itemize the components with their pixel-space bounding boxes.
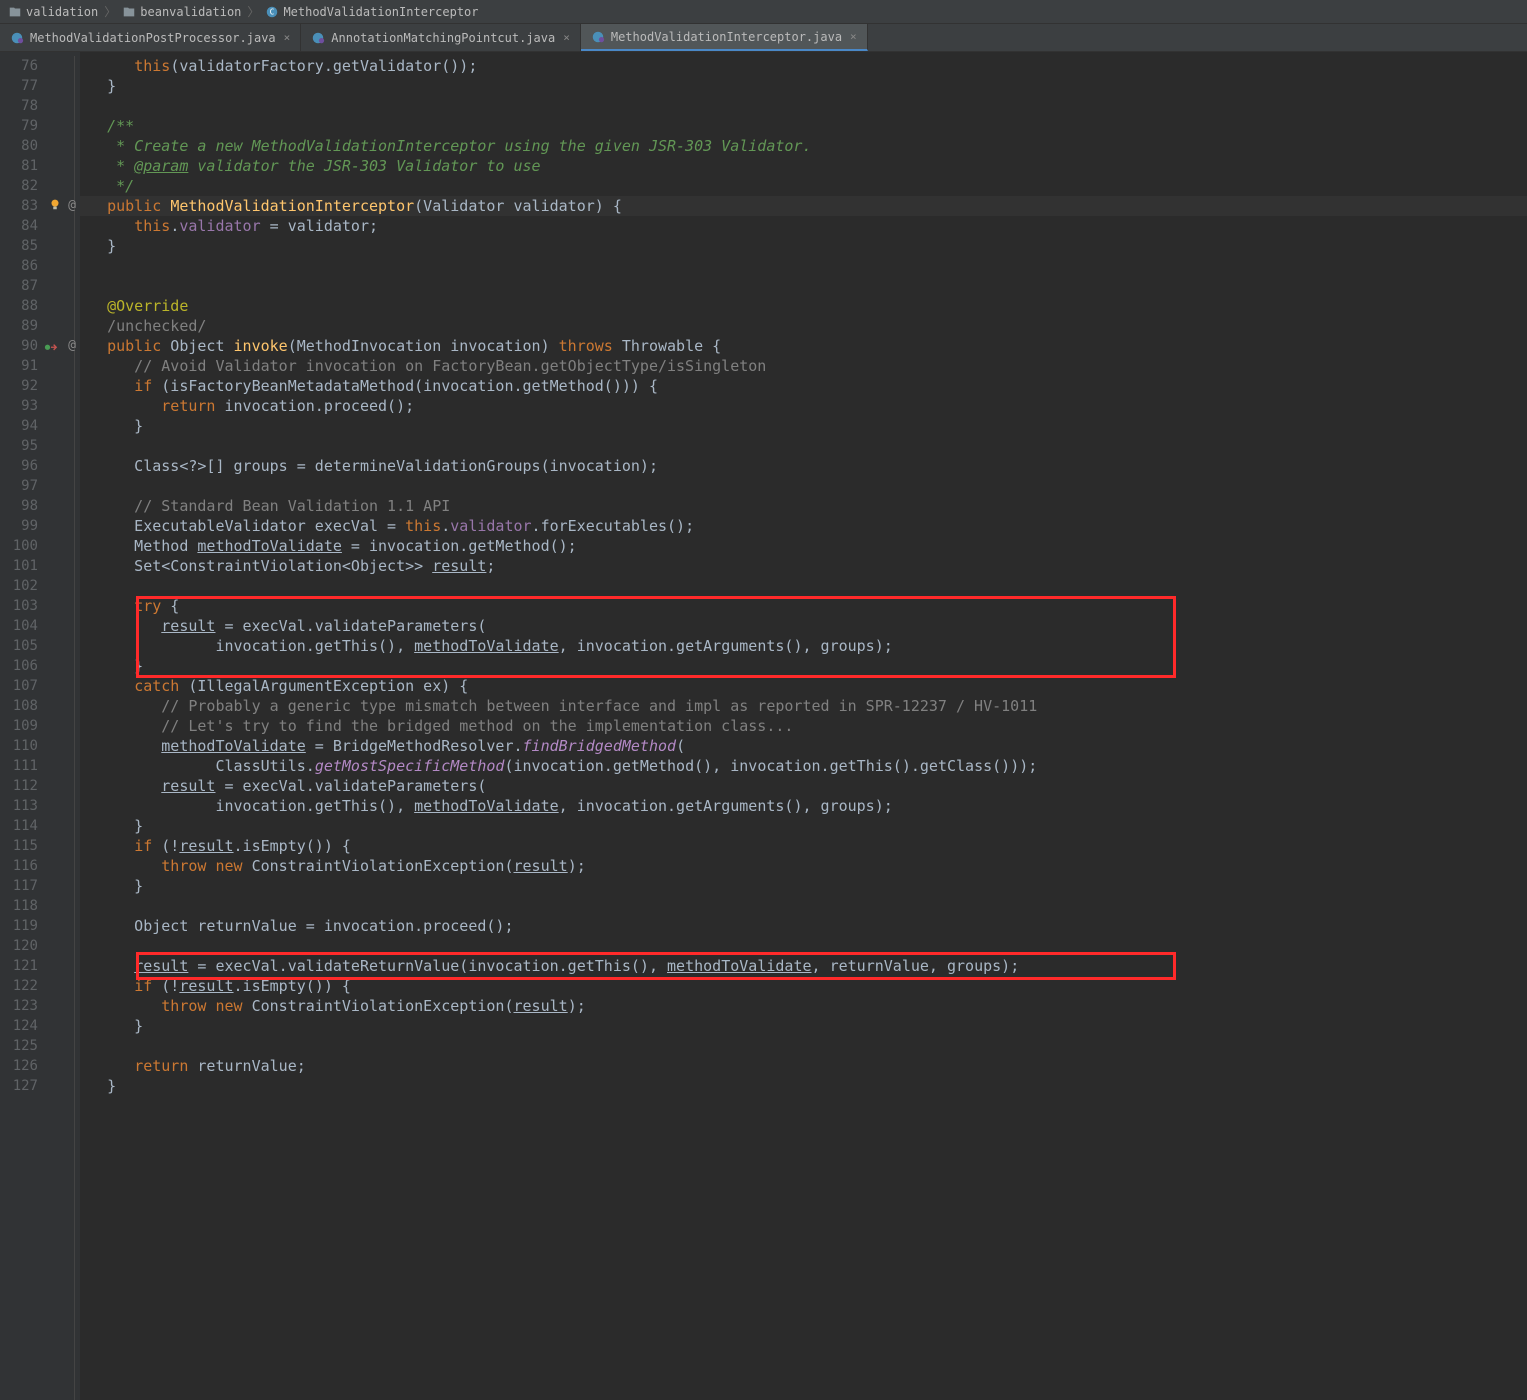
intention-bulb-icon[interactable] [48,197,62,211]
breadcrumb-item[interactable]: MethodValidationInterceptor [283,5,478,19]
class-icon: C [265,5,279,19]
tab-label: AnnotationMatchingPointcut.java [331,31,555,45]
annotation-gutter-icon[interactable]: @ [68,336,76,356]
breadcrumb-item[interactable]: validation [26,5,98,19]
tab-label: MethodValidationInterceptor.java [611,30,842,44]
override-gutter-icon[interactable] [44,338,58,350]
tab-methodvalidationpostprocessor[interactable]: MethodValidationPostProcessor.java × [0,24,301,51]
editor-tabs: MethodValidationPostProcessor.java × Ann… [0,24,1527,52]
annotation-gutter-icon[interactable]: @ [68,196,76,216]
folder-icon [8,5,22,19]
tab-methodvalidationinterceptor[interactable]: MethodValidationInterceptor.java × [581,24,868,51]
close-icon[interactable]: × [850,30,857,43]
svg-text:C: C [270,7,275,16]
folder-icon [122,5,136,19]
chevron-right-icon: 〉 [247,3,259,20]
tab-annotationmatchingpointcut[interactable]: AnnotationMatchingPointcut.java × [301,24,581,51]
java-file-icon [591,30,605,44]
close-icon[interactable]: × [284,31,291,44]
breadcrumb[interactable]: validation 〉 beanvalidation 〉 C MethodVa… [0,0,1527,24]
close-icon[interactable]: × [563,31,570,44]
code-content[interactable]: this(validatorFactory.getValidator()); }… [80,52,1527,1400]
java-file-icon [10,31,24,45]
chevron-right-icon: 〉 [104,3,116,20]
tab-label: MethodValidationPostProcessor.java [30,31,276,45]
breadcrumb-item[interactable]: beanvalidation [140,5,241,19]
code-editor[interactable]: 7677787980818283@84858687888990@91929394… [0,52,1527,1400]
java-file-icon [311,31,325,45]
line-gutter[interactable]: 7677787980818283@84858687888990@91929394… [0,52,80,1400]
